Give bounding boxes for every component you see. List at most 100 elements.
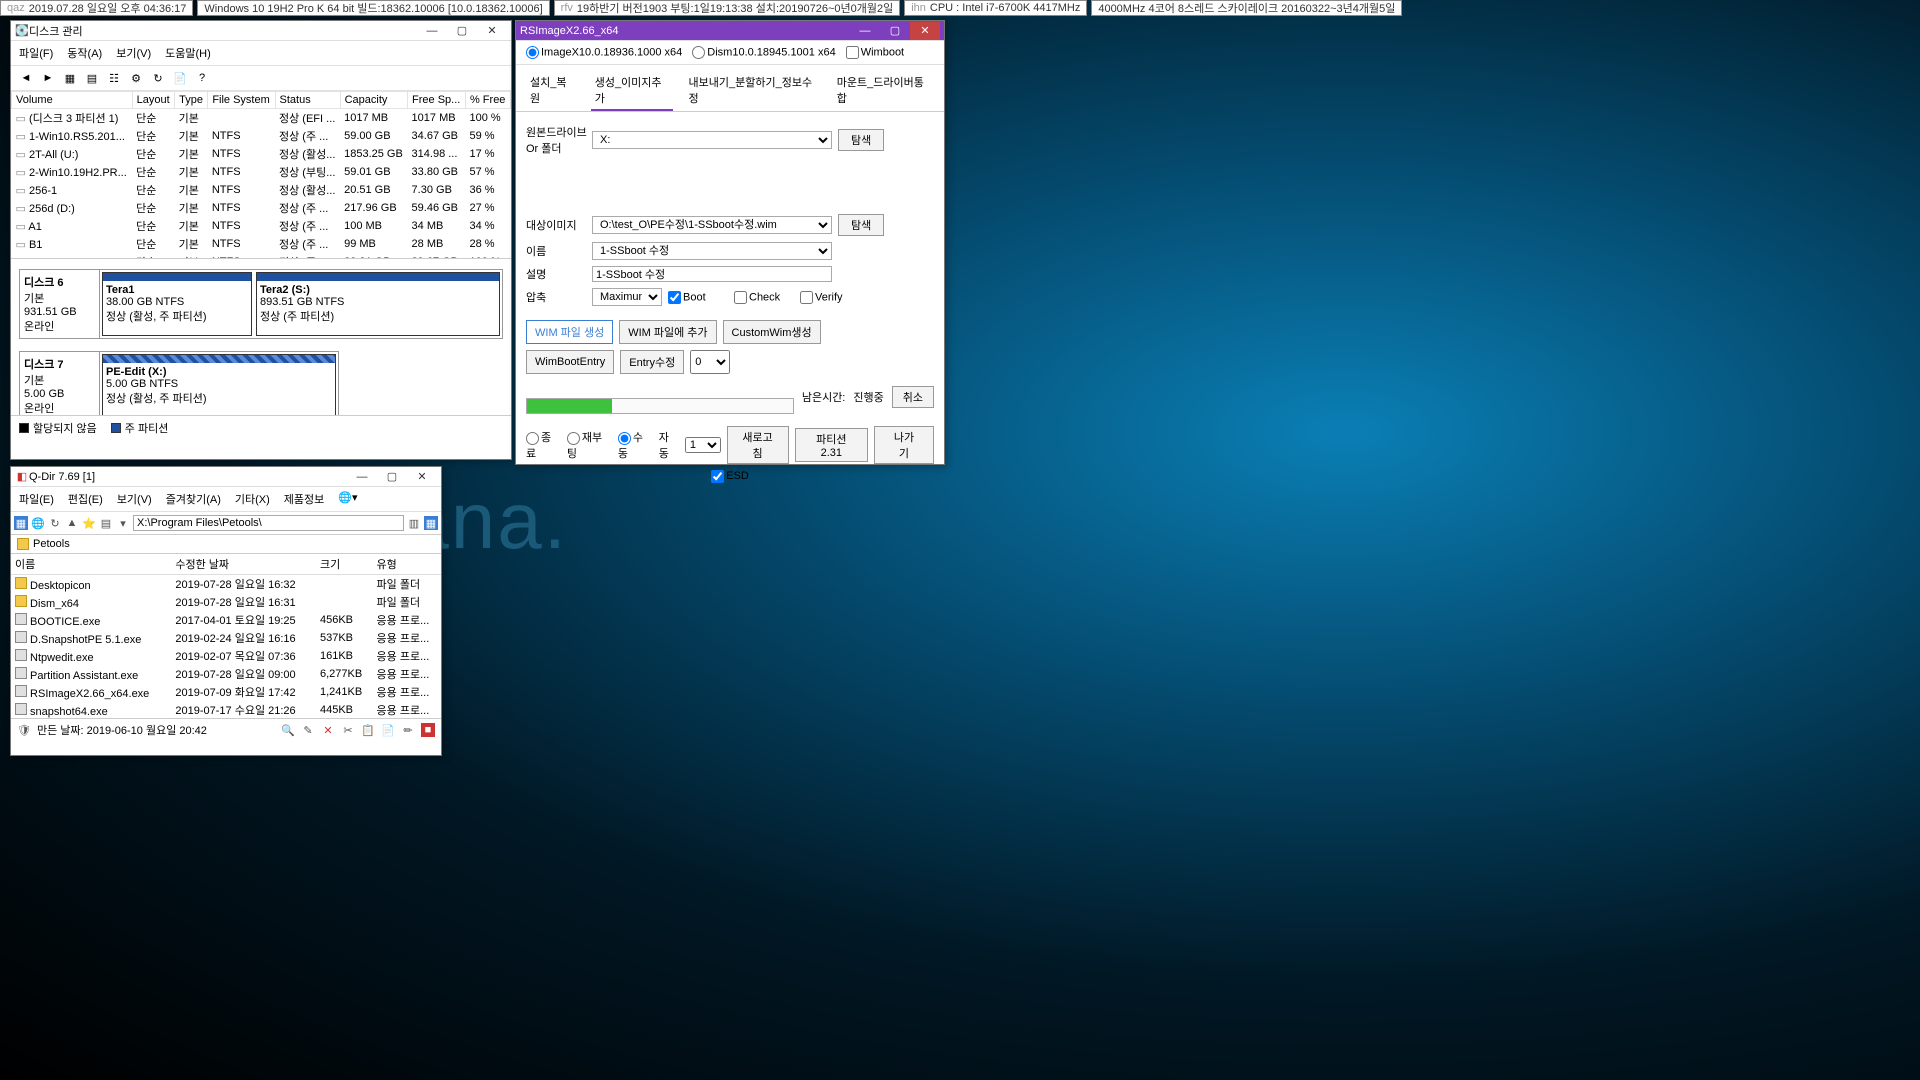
menu-item[interactable]: 파일(E) bbox=[19, 491, 54, 507]
layout-icon[interactable]: ▦ bbox=[14, 516, 28, 530]
tab[interactable]: 내보내기_분할하기_정보수정 bbox=[685, 71, 821, 111]
column-header[interactable]: 유형 bbox=[373, 554, 441, 575]
globe-dropdown-icon[interactable]: 🌐▾ bbox=[338, 491, 357, 507]
wimbootentry-button[interactable]: WimBootEntry bbox=[526, 350, 614, 374]
partition-tera1[interactable]: Tera138.00 GB NTFS정상 (활성, 주 파티션) bbox=[102, 272, 252, 336]
dm-volume-table[interactable]: VolumeLayoutTypeFile SystemStatusCapacit… bbox=[11, 91, 511, 259]
qd-file-table[interactable]: 이름수정한 날짜크기유형 Desktopicon2019-07-28 일요일 1… bbox=[11, 554, 441, 718]
menu-item[interactable]: 보기(V) bbox=[116, 45, 151, 61]
paste-icon[interactable]: 📄 bbox=[381, 723, 395, 737]
minimize-button[interactable]: — bbox=[850, 22, 880, 40]
tab[interactable]: 생성_이미지추가 bbox=[591, 71, 673, 111]
menu-item[interactable]: 도움말(H) bbox=[165, 45, 211, 61]
refresh-icon[interactable]: ↻ bbox=[48, 516, 62, 530]
list-item[interactable]: Partition Assistant.exe2019-07-28 일요일 09… bbox=[11, 665, 441, 683]
list-item[interactable]: Ntpwedit.exe2019-02-07 목요일 07:36161KB응용 … bbox=[11, 647, 441, 665]
menu-item[interactable]: 편집(E) bbox=[68, 491, 103, 507]
column-header[interactable]: File System bbox=[208, 92, 275, 109]
exit-button[interactable]: 나가기 bbox=[874, 426, 934, 464]
table-row[interactable]: ▭ B1단순기본NTFS정상 (주 ...99 MB28 MB28 % bbox=[12, 235, 511, 253]
customwim-button[interactable]: CustomWim생성 bbox=[723, 320, 821, 344]
menu-item[interactable]: 파일(F) bbox=[19, 45, 53, 61]
view-icon[interactable]: ▤ bbox=[99, 516, 113, 530]
forward-icon[interactable]: ► bbox=[39, 69, 57, 87]
refresh-button[interactable]: 새로고침 bbox=[727, 426, 789, 464]
column-header[interactable]: Type bbox=[175, 92, 208, 109]
browse-src-button[interactable]: 탐색 bbox=[838, 129, 884, 151]
tab[interactable]: 설치_복원 bbox=[526, 71, 579, 111]
dropdown-icon[interactable]: ▾ bbox=[116, 516, 130, 530]
refresh-icon[interactable]: ↻ bbox=[149, 69, 167, 87]
tab[interactable]: 마운트_드라이버통합 bbox=[833, 71, 934, 111]
compression-select[interactable]: Maximum bbox=[592, 288, 662, 306]
table-row[interactable]: ▭ 2-Win10.19H2.PR...단순기본NTFS정상 (부팅...59.… bbox=[12, 163, 511, 181]
qd-breadcrumb[interactable]: Petools bbox=[11, 535, 441, 554]
column-header[interactable]: Status bbox=[275, 92, 340, 109]
partition-tera2[interactable]: Tera2 (S:)893.51 GB NTFS정상 (주 파티션) bbox=[256, 272, 500, 336]
layout-icon[interactable]: ▥ bbox=[407, 516, 421, 530]
chk-verify[interactable]: Verify bbox=[800, 291, 860, 304]
edit-icon[interactable]: ✎ bbox=[301, 723, 315, 737]
up-icon[interactable]: ▲ bbox=[65, 516, 79, 530]
close-button[interactable]: ✕ bbox=[477, 22, 507, 40]
table-row[interactable]: ▭ 1-Win10.RS5.201...단순기본NTFS정상 (주 ...59.… bbox=[12, 127, 511, 145]
column-header[interactable]: % Free bbox=[465, 92, 510, 109]
chk-esd[interactable]: ESD bbox=[711, 470, 749, 482]
column-header[interactable]: Free Sp... bbox=[408, 92, 466, 109]
wim-create-button[interactable]: WIM 파일 생성 bbox=[526, 320, 613, 344]
table-row[interactable]: ▭ 256-1단순기본NTFS정상 (활성...20.51 GB7.30 GB3… bbox=[12, 181, 511, 199]
magnify-icon[interactable]: 🔍 bbox=[281, 723, 295, 737]
tool-icon[interactable]: ✏ bbox=[401, 723, 415, 737]
rs-titlebar[interactable]: RSImageX2.66_x64 — ▢ ✕ bbox=[516, 21, 944, 41]
menu-item[interactable]: 기타(X) bbox=[235, 491, 270, 507]
partition-peedit[interactable]: PE-Edit (X:)5.00 GB NTFS정상 (활성, 주 파티션) bbox=[102, 354, 336, 415]
menu-item[interactable]: 보기(V) bbox=[117, 491, 152, 507]
tool-icon[interactable]: ⚙ bbox=[127, 69, 145, 87]
list-item[interactable]: D.SnapshotPE 5.1.exe2019-02-24 일요일 16:16… bbox=[11, 629, 441, 647]
target-select[interactable]: O:\test_O\PE수정\1-SSboot수정.wim bbox=[592, 216, 832, 234]
path-input[interactable] bbox=[133, 515, 404, 531]
menu-item[interactable]: 동작(A) bbox=[67, 45, 102, 61]
list-item[interactable]: Dism_x642019-07-28 일요일 16:31파일 폴더 bbox=[11, 593, 441, 611]
list-item[interactable]: BOOTICE.exe2017-04-01 토요일 19:25456KB응용 프… bbox=[11, 611, 441, 629]
maximize-button[interactable]: ▢ bbox=[880, 22, 910, 40]
column-header[interactable]: 수정한 날짜 bbox=[171, 554, 316, 575]
tool-icon[interactable]: ☷ bbox=[105, 69, 123, 87]
srcdrv-select[interactable]: X: bbox=[592, 131, 832, 149]
minimize-button[interactable]: — bbox=[417, 22, 447, 40]
browse-target-button[interactable]: 탐색 bbox=[838, 214, 884, 236]
radio-dism[interactable]: Dism10.0.18945.1001 x64 bbox=[692, 46, 835, 59]
dm-titlebar[interactable]: 💽 디스크 관리 — ▢ ✕ bbox=[11, 21, 511, 41]
stop-icon[interactable]: ■ bbox=[421, 723, 435, 737]
close-button[interactable]: ✕ bbox=[407, 468, 437, 486]
help-icon[interactable]: ? bbox=[193, 69, 211, 87]
maximize-button[interactable]: ▢ bbox=[377, 468, 407, 486]
column-header[interactable]: 크기 bbox=[316, 554, 373, 575]
auto-num-select[interactable]: 1 bbox=[685, 437, 721, 453]
table-row[interactable]: ▭ (디스크 3 파티션 1)단순기본정상 (EFI ...1017 MB101… bbox=[12, 109, 511, 128]
maximize-button[interactable]: ▢ bbox=[447, 22, 477, 40]
star-icon[interactable]: ⭐ bbox=[82, 516, 96, 530]
qd-titlebar[interactable]: ◧ Q-Dir 7.69 [1] — ▢ ✕ bbox=[11, 467, 441, 487]
minimize-button[interactable]: — bbox=[347, 468, 377, 486]
chk-wimboot[interactable]: Wimboot bbox=[846, 46, 904, 59]
name-select[interactable]: 1-SSboot 수정 bbox=[592, 242, 832, 260]
menu-item[interactable]: 제품정보 bbox=[284, 491, 324, 507]
chk-boot[interactable]: Boot bbox=[668, 291, 728, 304]
table-row[interactable]: ▭ 2T-All (U:)단순기본NTFS정상 (활성...1853.25 GB… bbox=[12, 145, 511, 163]
list-item[interactable]: snapshot64.exe2019-07-17 수요일 21:26445KB응… bbox=[11, 701, 441, 718]
layout-icon[interactable]: ▦ bbox=[424, 516, 438, 530]
chk-check[interactable]: Check bbox=[734, 291, 794, 304]
column-header[interactable]: Layout bbox=[132, 92, 174, 109]
tool-icon[interactable]: ▦ bbox=[61, 69, 79, 87]
menu-item[interactable]: 즐겨찾기(A) bbox=[166, 491, 221, 507]
opt-reboot[interactable]: 재부팅 bbox=[567, 429, 612, 461]
table-row[interactable]: ▭ 256d (D:)단순기본NTFS정상 (주 ...217.96 GB59.… bbox=[12, 199, 511, 217]
list-item[interactable]: Desktopicon2019-07-28 일요일 16:32파일 폴더 bbox=[11, 575, 441, 594]
back-icon[interactable]: ◄ bbox=[17, 69, 35, 87]
entry-edit-button[interactable]: Entry수정 bbox=[620, 350, 684, 374]
tool-icon[interactable]: 📄 bbox=[171, 69, 189, 87]
copy-icon[interactable]: 📋 bbox=[361, 723, 375, 737]
table-row[interactable]: ▭ A1단순기본NTFS정상 (주 ...100 MB34 MB34 % bbox=[12, 217, 511, 235]
delete-icon[interactable]: ✕ bbox=[321, 723, 335, 737]
